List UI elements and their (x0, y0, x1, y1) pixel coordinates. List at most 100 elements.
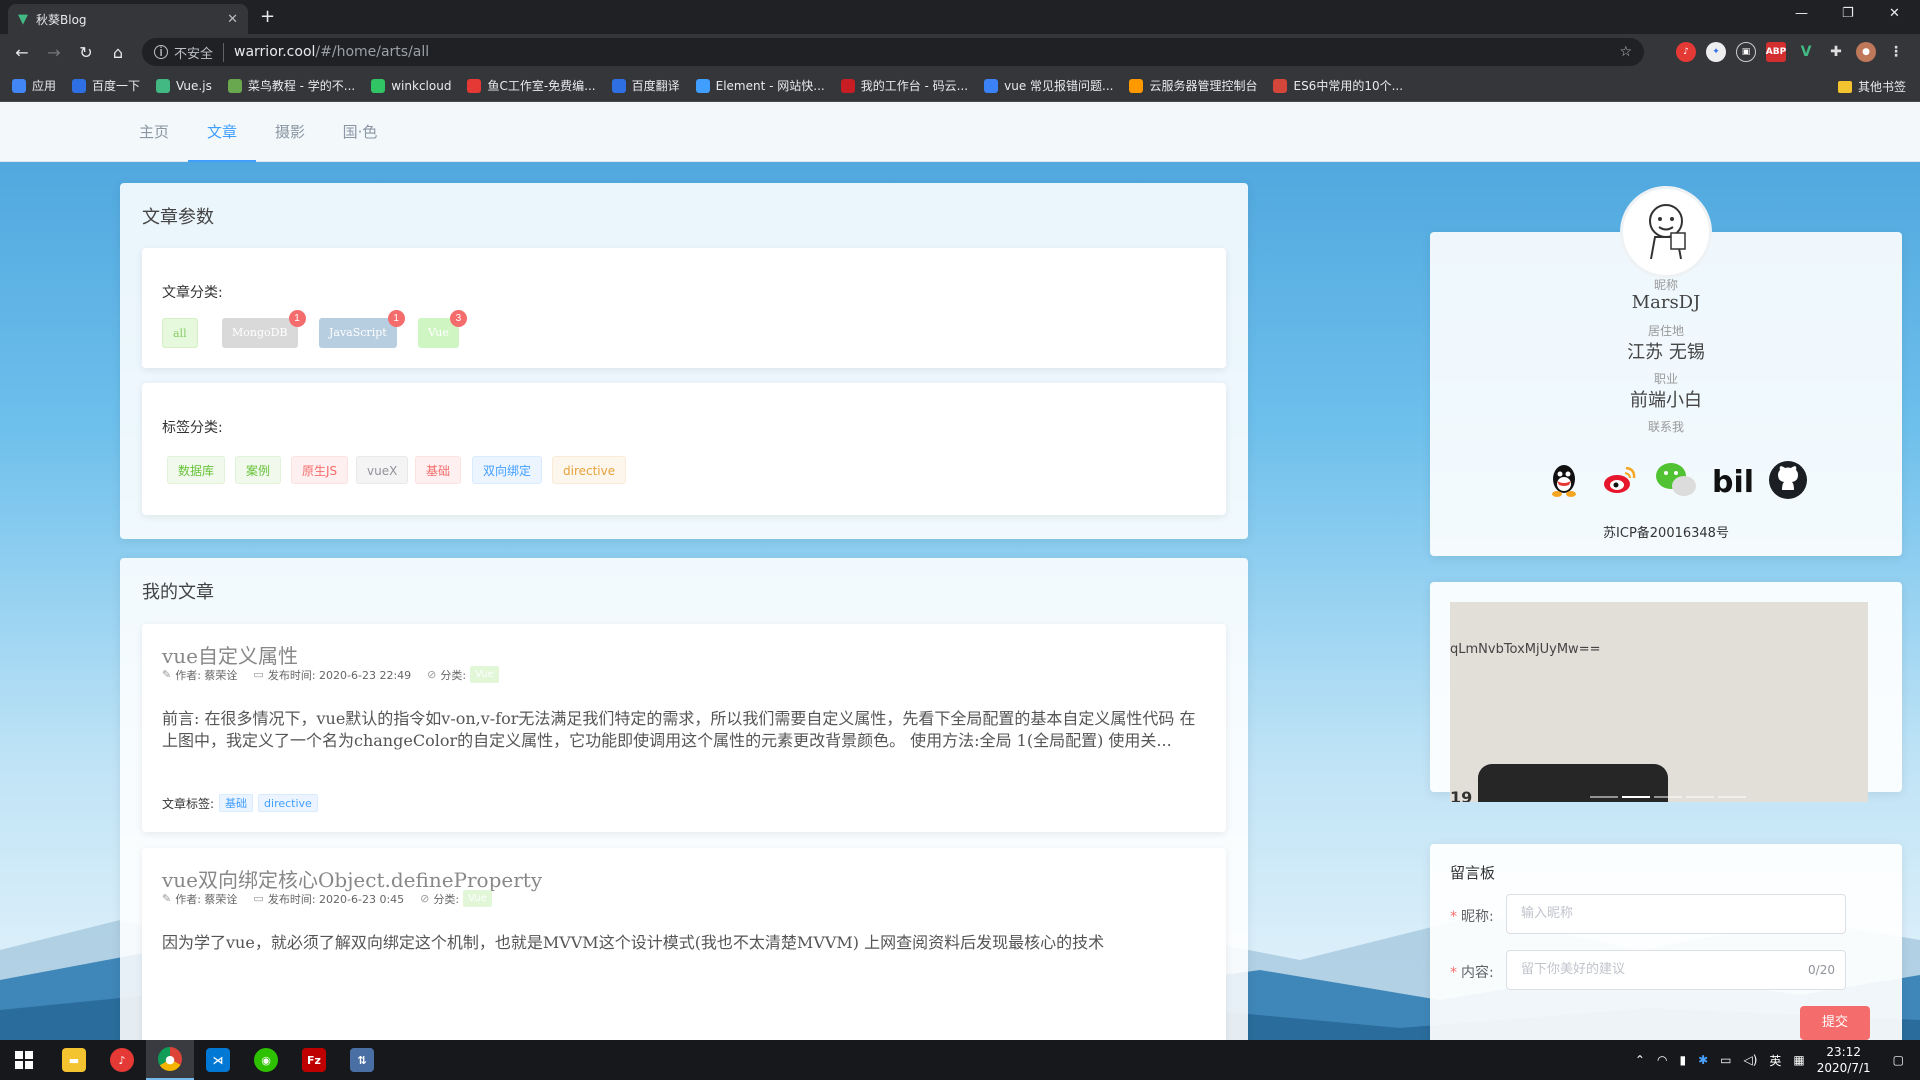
weibo-icon[interactable] (1598, 458, 1642, 502)
vue-favicon-icon: ▼ (18, 11, 28, 27)
tag-chip[interactable]: 案例 (235, 456, 282, 484)
category-chip-mongodb[interactable]: MongoDB 1 (222, 310, 306, 348)
tag-chip[interactable]: 原生JS (291, 456, 349, 484)
nav-home[interactable]: 主页 (130, 102, 178, 162)
ime-indicator[interactable]: 英 (1769, 1052, 1781, 1069)
bookmark-item[interactable]: winkcloud (371, 78, 451, 93)
taskbar-vscode[interactable]: ⋊ (194, 1040, 242, 1080)
bilibili-icon[interactable]: bili (1710, 458, 1754, 502)
tag-chip[interactable]: 基础 (415, 456, 462, 484)
carousel-dot[interactable] (1686, 796, 1714, 798)
reload-icon[interactable]: ↻ (70, 43, 102, 62)
carousel-image[interactable]: qLmNvbToxMjUyMw== 19 (1450, 602, 1868, 802)
taskbar-netease-music[interactable]: ♪ (98, 1040, 146, 1080)
article-tag[interactable]: directive (258, 794, 318, 812)
submit-button[interactable]: 提交 (1800, 1006, 1870, 1040)
minimize-icon[interactable]: — (1795, 6, 1808, 21)
bookmark-item[interactable]: 云服务器管理控制台 (1129, 77, 1257, 94)
start-button[interactable] (0, 1040, 48, 1080)
article-title[interactable]: vue自定义属性 (162, 640, 298, 669)
new-tab-icon[interactable]: + (260, 6, 275, 27)
taskbar-wechat[interactable]: ◉ (242, 1040, 290, 1080)
bluetooth-icon[interactable]: ✱ (1698, 1053, 1708, 1067)
bookmark-item[interactable]: 百度翻译 (611, 77, 680, 94)
article-card[interactable]: vue自定义属性 ✎ 作者: 蔡荣诠 ▭ 发布时间: 2020-6-23 22:49… (142, 624, 1226, 832)
url-host: warrior.cool (234, 44, 316, 60)
bookmark-star-icon[interactable]: ☆ (1619, 44, 1632, 60)
category-chip[interactable]: Vue (470, 666, 499, 683)
bookmark-item[interactable]: vue 常见报错问题... (984, 77, 1113, 94)
bookmark-item[interactable]: 鱼C工作室-免费编... (467, 77, 596, 94)
social-links: bili (1542, 458, 1810, 502)
wifi-icon[interactable]: ◠ (1657, 1053, 1667, 1067)
keyboard-grid-icon[interactable]: ▦ (1793, 1053, 1804, 1067)
article-tag[interactable]: 基础 (219, 794, 254, 812)
back-icon[interactable]: ← (6, 43, 38, 62)
folder-icon: ▬ (62, 1048, 86, 1072)
profile-avatar-icon[interactable]: ● (1856, 42, 1876, 62)
wechat-icon[interactable] (1654, 458, 1698, 502)
name-field-label: * 昵称: (1450, 909, 1494, 925)
taskbar-chrome[interactable]: ● (146, 1040, 194, 1080)
tray-expand-icon[interactable]: ⌃ (1635, 1053, 1645, 1067)
tag-chip[interactable]: vueX (356, 456, 409, 484)
close-tab-icon[interactable]: ✕ (227, 12, 238, 27)
bookmark-favicon-icon (840, 78, 855, 93)
netease-music-icon[interactable]: ♪ (1676, 42, 1696, 62)
carousel-dot[interactable] (1622, 796, 1650, 798)
more-menu-icon[interactable]: ⋮ (1886, 42, 1906, 62)
notification-icon[interactable]: ▢ (1893, 1053, 1904, 1067)
bookmark-item[interactable]: 菜鸟教程 - 学的不... (227, 77, 355, 94)
carousel-dot[interactable] (1654, 796, 1682, 798)
address-bar[interactable]: i 不安全 warrior.cool /#/home/arts/all ☆ (142, 38, 1644, 66)
forward-icon[interactable]: → (38, 43, 70, 62)
other-bookmarks[interactable]: 其他书签 (1837, 78, 1906, 95)
tag-chip[interactable]: directive (552, 456, 627, 484)
content-input[interactable]: 留下你美好的建议 0/20 (1506, 950, 1846, 990)
bookmark-item[interactable]: Vue.js (156, 78, 212, 93)
taskbar-filezilla[interactable]: Fz (290, 1040, 338, 1080)
category-chip[interactable]: Vue (463, 890, 492, 907)
github-icon[interactable] (1766, 458, 1810, 502)
article-card[interactable]: vue双向绑定核心Object.defineProperty ✎ 作者: 蔡荣诠 … (142, 848, 1226, 1040)
taskbar-network-tool[interactable]: ⇅ (338, 1040, 386, 1080)
extension-bird-icon[interactable]: ✦ (1706, 42, 1726, 62)
nickname-value: MarsDJ (1631, 292, 1701, 313)
volume-icon[interactable]: ◁) (1743, 1053, 1757, 1067)
carousel-dot[interactable] (1718, 796, 1746, 798)
bookmark-item[interactable]: ES6中常用的10个... (1273, 77, 1403, 94)
bookmark-item[interactable]: Element - 网站快... (695, 77, 825, 94)
nav-photography[interactable]: 摄影 (266, 102, 314, 162)
browser-tab[interactable]: ▼ 秋葵Blog ✕ (8, 4, 248, 34)
mic-icon[interactable]: ▮ (1679, 1053, 1686, 1067)
home-icon[interactable]: ⌂ (102, 43, 134, 62)
article-title[interactable]: vue双向绑定核心Object.defineProperty (162, 864, 542, 893)
icp-record[interactable]: 苏ICP备20016348号 (1430, 522, 1902, 541)
tag-chip[interactable]: 双向绑定 (472, 456, 543, 484)
vue-devtools-icon[interactable]: V (1796, 42, 1816, 62)
window-close-icon[interactable]: ✕ (1889, 6, 1900, 21)
category-chip-all[interactable]: all (162, 318, 198, 348)
carousel-card: qLmNvbToxMjUyMw== 19 (1430, 582, 1902, 802)
category-chip-vue[interactable]: Vue 3 (418, 310, 467, 348)
nav-articles[interactable]: 文章 (188, 102, 256, 162)
adblock-icon[interactable]: ABP (1766, 42, 1786, 62)
carousel-dot[interactable] (1590, 796, 1618, 798)
extensions-puzzle-icon[interactable]: ✚ (1826, 42, 1846, 62)
info-icon[interactable]: i (154, 45, 168, 59)
restore-icon[interactable]: ❐ (1842, 6, 1854, 21)
avatar[interactable] (1620, 186, 1712, 278)
category-chip-javascript[interactable]: JavaScript 1 (319, 310, 405, 348)
taskbar-explorer[interactable]: ▬ (50, 1040, 98, 1080)
bookmark-item[interactable]: 应用 (12, 77, 56, 94)
nickname-input[interactable]: 输入昵称 (1506, 894, 1846, 934)
clock[interactable]: 23:12 2020/7/1 (1817, 1044, 1871, 1076)
battery-icon[interactable]: ▭ (1720, 1053, 1731, 1067)
qq-icon[interactable] (1542, 458, 1586, 502)
tag-chip[interactable]: 数据库 (167, 456, 226, 484)
bookmark-item[interactable]: 百度一下 (72, 77, 140, 94)
extension-reader-icon[interactable]: ▣ (1736, 42, 1756, 62)
nav-guose[interactable]: 国·色 (334, 102, 386, 162)
bookmark-favicon-icon (1273, 78, 1288, 93)
bookmark-item[interactable]: 我的工作台 - 码云... (840, 77, 968, 94)
